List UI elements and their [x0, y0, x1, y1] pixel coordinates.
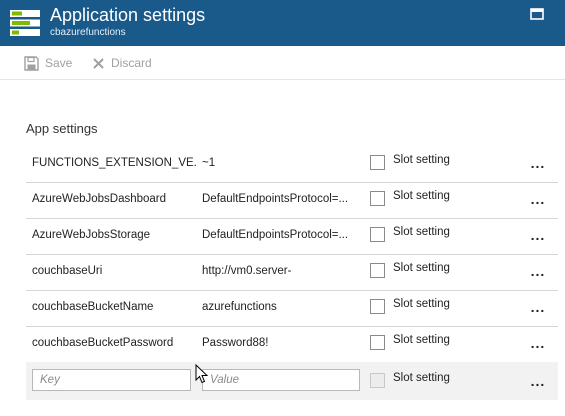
setting-row[interactable]: couchbaseBucketPassword Password88! Slot… [26, 326, 558, 363]
setting-value[interactable]: azurefunctions [202, 301, 358, 313]
slot-setting-checkbox[interactable] [370, 373, 385, 388]
app-settings-icon [10, 10, 40, 36]
setting-row[interactable]: couchbaseBucketName azurefunctions Slot … [26, 290, 558, 327]
setting-key[interactable]: AzureWebJobsStorage [32, 229, 196, 241]
setting-value[interactable]: http://vm0.server- [202, 265, 358, 277]
more-icon[interactable]: ... [529, 156, 547, 170]
more-icon[interactable]: ... [529, 300, 547, 314]
discard-button[interactable]: Discard [92, 54, 152, 72]
slot-setting-checkbox[interactable] [370, 191, 385, 206]
slot-setting-label: Slot setting [393, 334, 450, 346]
setting-key[interactable]: couchbaseBucketName [32, 301, 196, 313]
slot-setting-label: Slot setting [393, 262, 450, 274]
app-settings-blade: Application settings cbazurefunctions Sa… [0, 0, 565, 416]
slot-setting-label: Slot setting [393, 298, 450, 310]
setting-key[interactable]: FUNCTIONS_EXTENSION_VE... [32, 157, 196, 169]
slot-setting-checkbox[interactable] [370, 227, 385, 242]
setting-row[interactable]: AzureWebJobsStorage DefaultEndpointsProt… [26, 218, 558, 255]
setting-key[interactable]: couchbaseBucketPassword [32, 337, 196, 349]
slot-setting-label: Slot setting [393, 190, 450, 202]
slot-setting-checkbox[interactable] [370, 263, 385, 278]
new-setting-row: Slot setting ... [26, 362, 558, 400]
more-icon[interactable]: ... [529, 336, 547, 350]
slot-setting-label: Slot setting [393, 226, 450, 238]
blade-title: Application settings [50, 5, 206, 25]
maximize-icon[interactable] [530, 8, 544, 20]
section-title: App settings [26, 121, 98, 136]
more-icon[interactable]: ... [529, 228, 547, 242]
blade-subtitle: cbazurefunctions [50, 27, 126, 38]
mouse-cursor-icon [195, 364, 209, 384]
setting-value[interactable]: ~1 [202, 157, 358, 169]
save-button[interactable]: Save [24, 54, 72, 72]
setting-value[interactable]: Password88! [202, 337, 358, 349]
discard-label: Discard [111, 56, 152, 70]
command-bar: Save Discard [0, 46, 565, 80]
value-input[interactable] [202, 369, 360, 391]
setting-row[interactable]: couchbaseUri http://vm0.server- Slot set… [26, 254, 558, 291]
blade-header: Application settings cbazurefunctions [0, 0, 565, 46]
more-icon[interactable]: ... [529, 264, 547, 278]
key-input[interactable] [32, 369, 191, 391]
setting-key[interactable]: AzureWebJobsDashboard [32, 193, 196, 205]
slot-setting-label: Slot setting [393, 372, 450, 384]
setting-row[interactable]: AzureWebJobsDashboard DefaultEndpointsPr… [26, 182, 558, 219]
setting-value[interactable]: DefaultEndpointsProtocol=... [202, 229, 358, 241]
slot-setting-label: Slot setting [393, 154, 450, 166]
setting-value[interactable]: DefaultEndpointsProtocol=... [202, 193, 358, 205]
setting-row[interactable]: FUNCTIONS_EXTENSION_VE... ~1 Slot settin… [26, 146, 558, 183]
close-icon [93, 57, 104, 69]
slot-setting-checkbox[interactable] [370, 299, 385, 314]
setting-key[interactable]: couchbaseUri [32, 265, 196, 277]
slot-setting-checkbox[interactable] [370, 155, 385, 170]
save-label: Save [45, 56, 73, 70]
more-icon[interactable]: ... [529, 192, 547, 206]
slot-setting-checkbox[interactable] [370, 335, 385, 350]
more-icon[interactable]: ... [529, 374, 547, 388]
save-icon [24, 55, 39, 71]
